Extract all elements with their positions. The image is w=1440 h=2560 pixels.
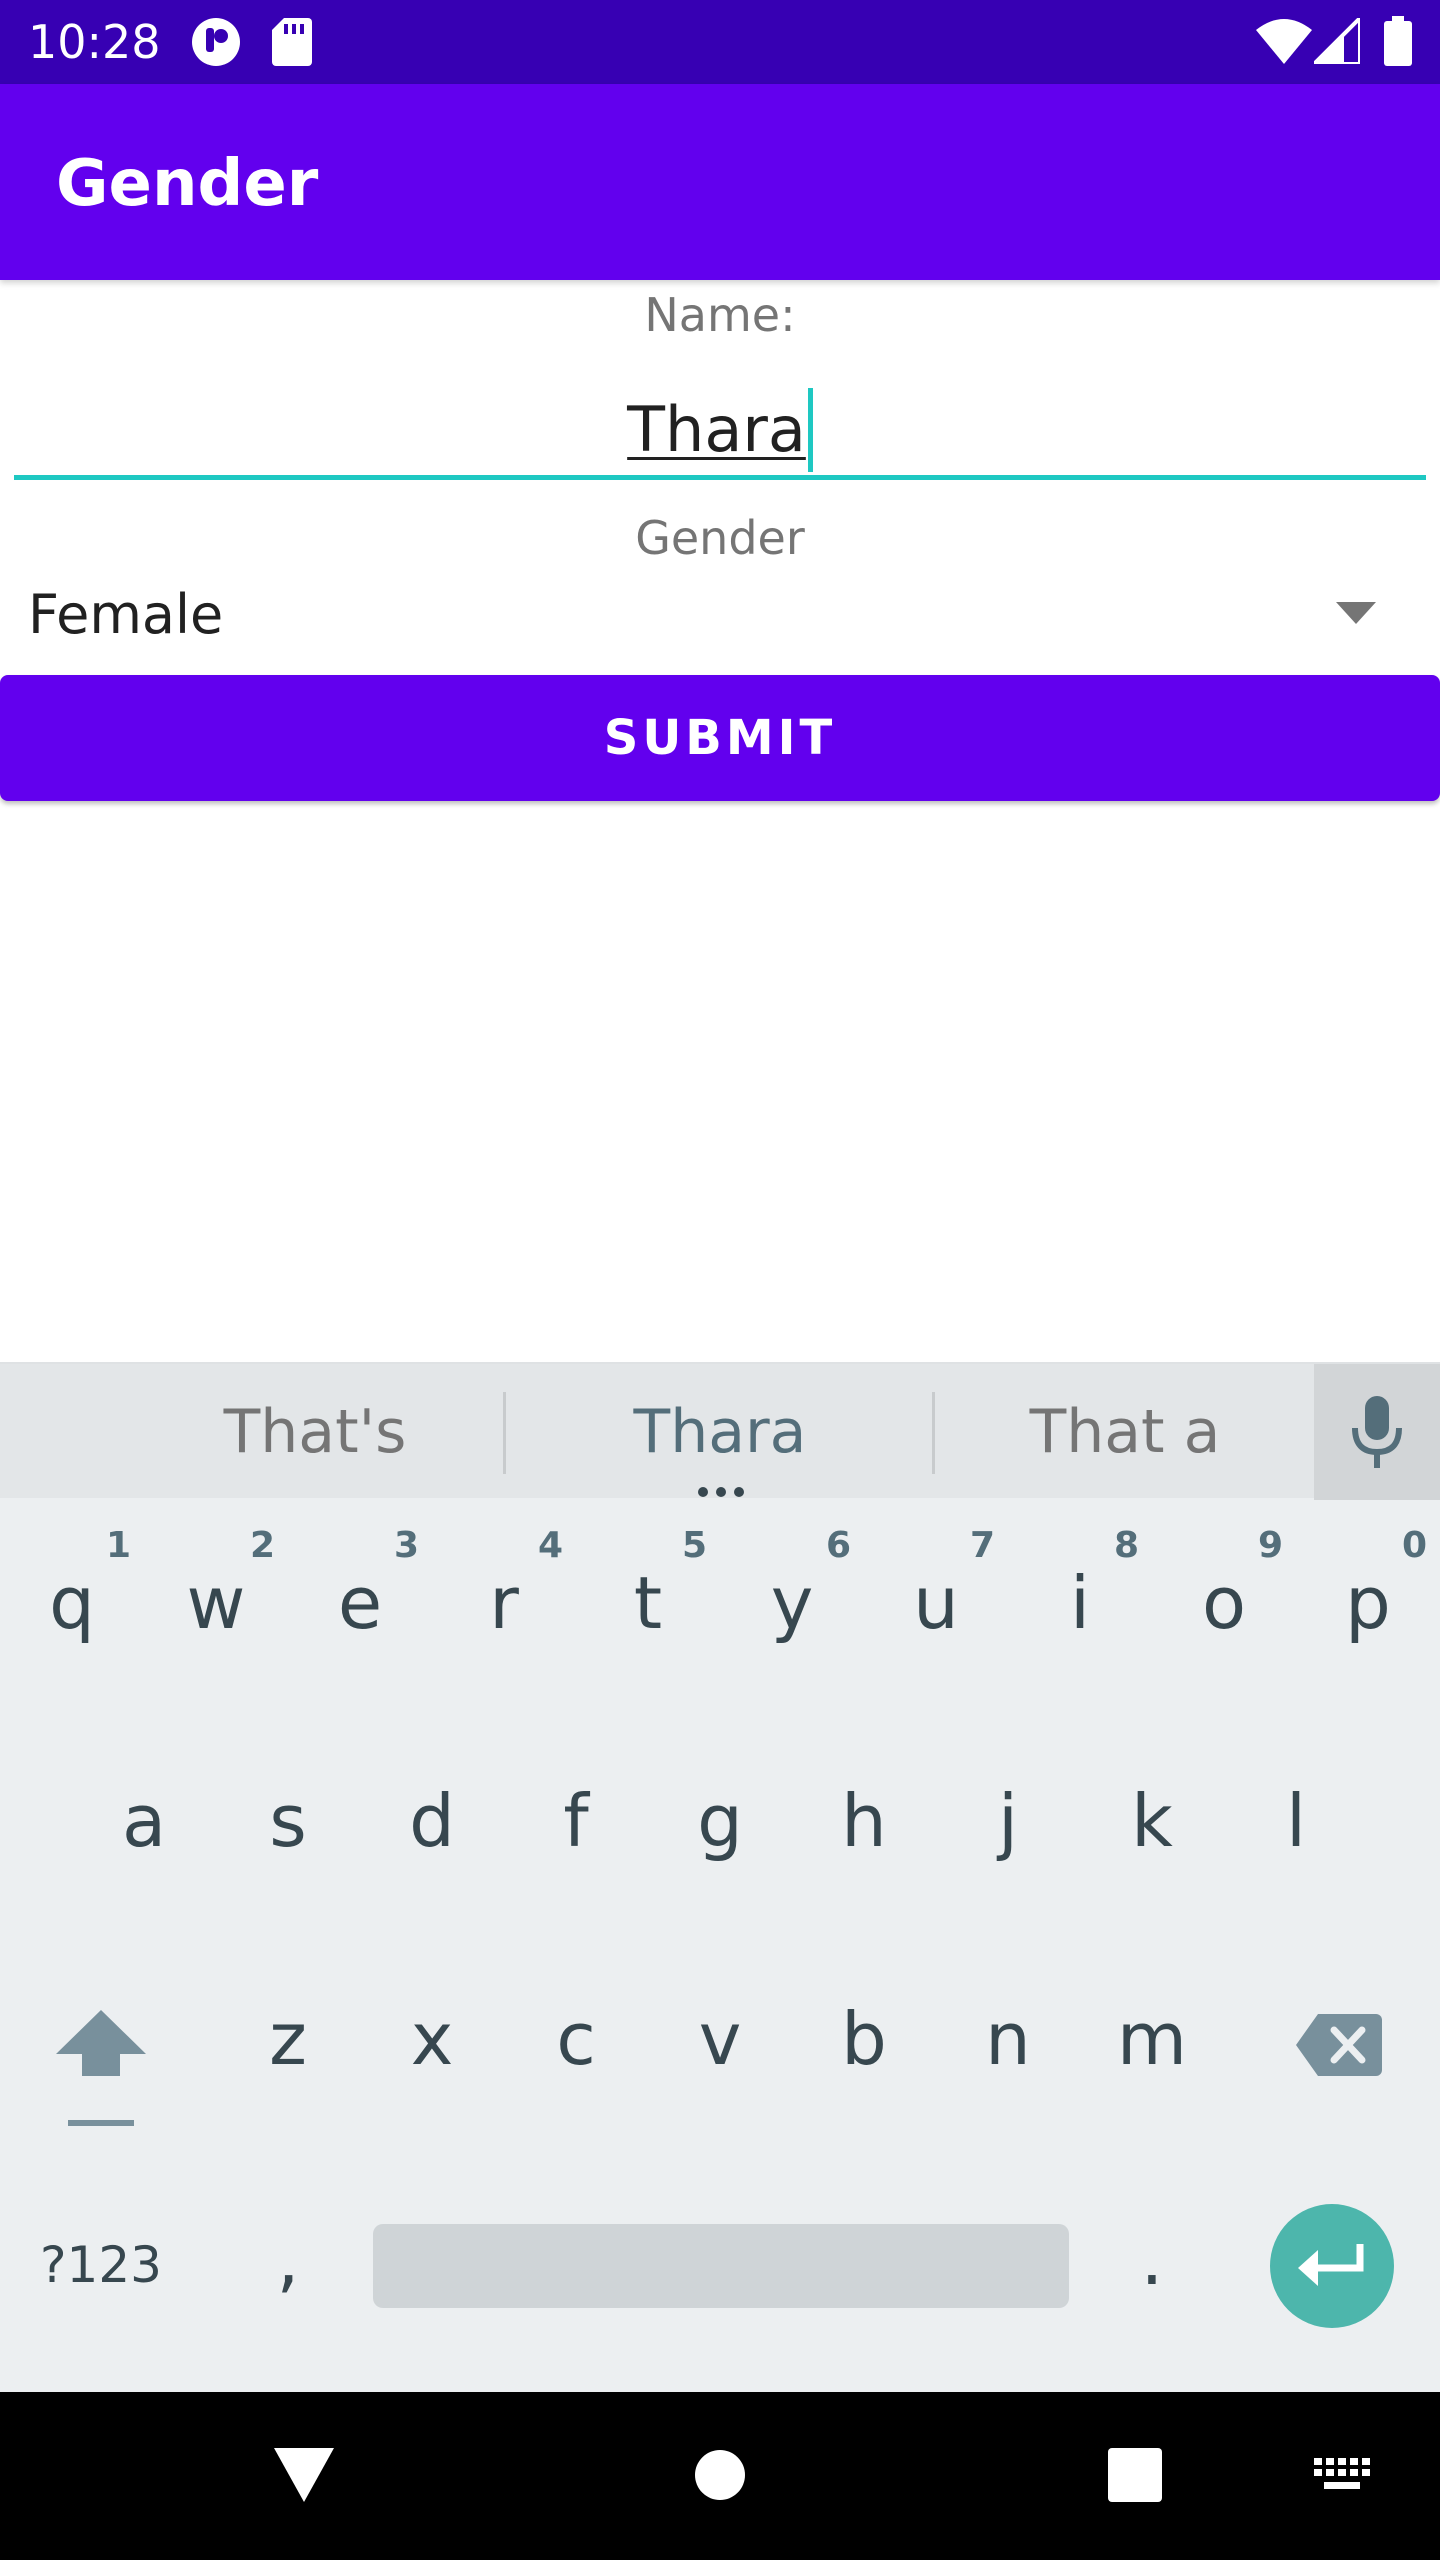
name-input[interactable]: Thara (14, 370, 1426, 480)
status-time: 10:28 (28, 15, 161, 69)
shift-icon[interactable] (56, 2010, 146, 2134)
enter-arrow-icon (1298, 2242, 1366, 2294)
key-e[interactable]: e (288, 1558, 432, 1648)
key-r[interactable]: r (432, 1558, 576, 1648)
key-k[interactable]: k (1080, 1776, 1224, 1866)
key-p[interactable]: p (1296, 1558, 1440, 1648)
keyboard-switch-icon[interactable] (1314, 2458, 1372, 2498)
back-icon[interactable] (274, 2448, 334, 2506)
key-t[interactable]: t (576, 1558, 720, 1648)
name-input-value: Thara (627, 393, 806, 466)
key-n[interactable]: n (936, 1994, 1080, 2084)
key-z[interactable]: z (216, 1994, 360, 2084)
name-input-value-wrap: Thara (14, 387, 1426, 476)
gender-dropdown-value: Female (28, 583, 224, 646)
soft-keyboard: That's Thara That a 1 2 3 4 5 6 7 8 9 0 … (0, 1362, 1440, 2392)
key-b[interactable]: b (792, 1994, 936, 2084)
app-bar: Gender (0, 84, 1440, 280)
battery-icon (1384, 16, 1412, 70)
notification-icon (188, 16, 244, 72)
screen: 10:28 Gender Name: Thara Gender Female S… (0, 0, 1440, 2560)
key-comma[interactable]: , (216, 2214, 360, 2304)
dropdown-arrow-icon (1336, 602, 1376, 628)
cell-signal-icon (1309, 13, 1362, 68)
key-i[interactable]: i (1008, 1558, 1152, 1648)
suggestion-item[interactable]: That's (140, 1394, 490, 1470)
suggestion-item[interactable]: That a (950, 1394, 1300, 1470)
more-suggestions-icon (698, 1482, 744, 1497)
key-x[interactable]: x (360, 1994, 504, 2084)
key-w[interactable]: w (144, 1558, 288, 1648)
suggestion-bar: That's Thara That a (0, 1362, 1440, 1500)
wifi-icon (1256, 18, 1312, 68)
key-a[interactable]: a (72, 1776, 216, 1866)
key-s[interactable]: s (216, 1776, 360, 1866)
microphone-icon (1349, 1396, 1405, 1472)
sd-card-icon (272, 16, 312, 72)
gender-dropdown[interactable]: Female (0, 570, 1440, 660)
home-icon[interactable] (695, 2450, 745, 2504)
key-o[interactable]: o (1152, 1558, 1296, 1648)
key-q[interactable]: q (0, 1558, 144, 1648)
enter-key[interactable] (1270, 2204, 1394, 2328)
status-bar: 10:28 (0, 0, 1440, 84)
voice-input-button[interactable] (1314, 1364, 1440, 1500)
key-d[interactable]: d (360, 1776, 504, 1866)
navigation-bar (0, 2392, 1440, 2560)
symbols-key[interactable]: ?123 (40, 2230, 162, 2300)
key-c[interactable]: c (504, 1994, 648, 2084)
key-m[interactable]: m (1080, 1994, 1224, 2084)
suggestion-divider (932, 1392, 935, 1474)
key-y[interactable]: y (720, 1558, 864, 1648)
key-v[interactable]: v (648, 1994, 792, 2084)
key-g[interactable]: g (648, 1776, 792, 1866)
name-label: Name: (644, 288, 796, 342)
key-l[interactable]: l (1224, 1776, 1368, 1866)
key-j[interactable]: j (936, 1776, 1080, 1866)
backspace-icon[interactable] (1296, 2014, 1382, 2080)
recents-icon[interactable] (1108, 2448, 1162, 2506)
text-cursor (807, 387, 813, 472)
submit-button[interactable]: SUBMIT (0, 675, 1440, 801)
key-u[interactable]: u (864, 1558, 1008, 1648)
key-f[interactable]: f (504, 1776, 648, 1866)
app-title: Gender (56, 147, 319, 221)
gender-label: Gender (635, 511, 805, 565)
spacebar[interactable] (373, 2224, 1069, 2308)
suggestion-divider (503, 1392, 506, 1474)
key-period[interactable]: . (1080, 2214, 1224, 2304)
suggestion-item[interactable]: Thara (530, 1394, 910, 1470)
key-h[interactable]: h (792, 1776, 936, 1866)
